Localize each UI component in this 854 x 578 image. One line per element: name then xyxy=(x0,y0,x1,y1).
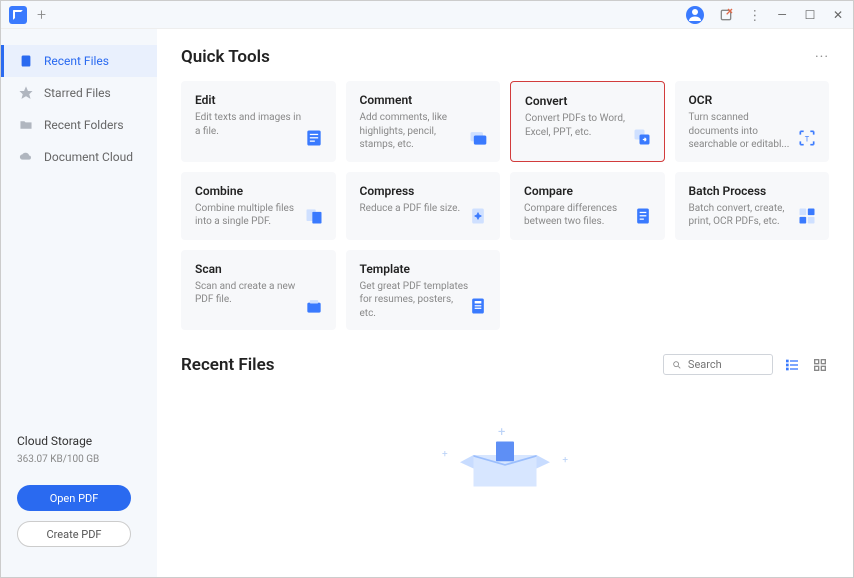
combine-icon xyxy=(302,204,326,228)
tool-title: OCR xyxy=(689,93,816,107)
tool-card-combine[interactable]: Combine Combine multiple files into a si… xyxy=(181,172,336,240)
tool-desc: Convert PDFs to Word, Excel, PPT, etc. xyxy=(525,112,635,139)
share-icon[interactable] xyxy=(718,7,734,23)
scan-icon xyxy=(302,294,326,318)
empty-state: + + + xyxy=(181,387,829,495)
tool-title: Compare xyxy=(524,184,651,198)
search-box[interactable] xyxy=(663,354,773,375)
svg-text:T: T xyxy=(805,134,810,143)
tool-card-compress[interactable]: Compress Reduce a PDF file size. xyxy=(346,172,501,240)
comment-icon xyxy=(466,126,490,150)
convert-icon xyxy=(630,125,654,149)
main-content: Quick Tools ··· Edit Edit texts and imag… xyxy=(157,29,853,577)
titlebar: + ⋯ — ☐ ✕ xyxy=(1,1,853,29)
close-button[interactable]: ✕ xyxy=(831,8,845,22)
sidebar-item-recent-files[interactable]: Recent Files xyxy=(1,45,157,77)
tool-card-batch-process[interactable]: Batch Process Batch convert, create, pri… xyxy=(675,172,830,240)
tool-title: Combine xyxy=(195,184,322,198)
tool-title: Compress xyxy=(360,184,487,198)
tool-desc: Compare differences between two files. xyxy=(524,202,634,229)
tool-desc: Add comments, like highlights, pencil, s… xyxy=(360,111,470,152)
tool-desc: Batch convert, create, print, OCR PDFs, … xyxy=(689,202,799,229)
edit-icon xyxy=(302,126,326,150)
template-icon xyxy=(466,294,490,318)
cloud-storage-usage: 363.07 KB/100 GB xyxy=(17,454,141,465)
tool-card-template[interactable]: Template Get great PDF templates for res… xyxy=(346,250,501,331)
sidebar-item-label: Document Cloud xyxy=(44,150,133,164)
tool-card-convert[interactable]: Convert Convert PDFs to Word, Excel, PPT… xyxy=(510,81,665,162)
compress-icon xyxy=(466,204,490,228)
search-icon xyxy=(672,359,682,371)
recent-files-title: Recent Files xyxy=(181,355,274,375)
grid-view-button[interactable] xyxy=(811,356,829,374)
sidebar: Recent Files Starred Files Recent Folder… xyxy=(1,29,157,577)
tool-desc: Turn scanned documents into searchable o… xyxy=(689,111,799,152)
tool-card-ocr[interactable]: OCR Turn scanned documents into searchab… xyxy=(675,81,830,162)
tool-desc: Reduce a PDF file size. xyxy=(360,202,470,216)
sidebar-item-starred-files[interactable]: Starred Files xyxy=(1,77,157,109)
minimize-button[interactable]: — xyxy=(775,8,789,22)
tool-title: Convert xyxy=(525,94,650,108)
tool-desc: Combine multiple files into a single PDF… xyxy=(195,202,305,229)
tool-card-scan[interactable]: Scan Scan and create a new PDF file. xyxy=(181,250,336,331)
tool-card-edit[interactable]: Edit Edit texts and images in a file. xyxy=(181,81,336,162)
sidebar-item-document-cloud[interactable]: Document Cloud xyxy=(1,141,157,173)
create-pdf-button[interactable]: Create PDF xyxy=(17,521,131,547)
maximize-button[interactable]: ☐ xyxy=(803,8,817,22)
new-tab-button[interactable]: + xyxy=(37,5,46,24)
tool-desc: Edit texts and images in a file. xyxy=(195,111,305,138)
overflow-menu-icon[interactable]: ⋯ xyxy=(747,8,763,21)
quick-tools-title: Quick Tools xyxy=(181,47,270,67)
ocr-icon: T xyxy=(795,126,819,150)
tool-desc: Get great PDF templates for resumes, pos… xyxy=(360,280,470,321)
tool-card-comment[interactable]: Comment Add comments, like highlights, p… xyxy=(346,81,501,162)
folder-icon xyxy=(18,117,34,133)
star-icon xyxy=(18,85,34,101)
tool-title: Edit xyxy=(195,93,322,107)
account-avatar-icon[interactable] xyxy=(686,6,704,24)
empty-box-icon: + + + xyxy=(460,437,550,495)
open-pdf-button[interactable]: Open PDF xyxy=(17,485,131,511)
app-window: + ⋯ — ☐ ✕ Recent Files Starred Files xyxy=(0,0,854,578)
sidebar-item-label: Recent Files xyxy=(44,54,109,68)
quick-tools-grid: Edit Edit texts and images in a file. Co… xyxy=(181,81,829,330)
tool-title: Scan xyxy=(195,262,322,276)
tool-title: Template xyxy=(360,262,487,276)
batch-icon xyxy=(795,204,819,228)
tool-card-compare[interactable]: Compare Compare differences between two … xyxy=(510,172,665,240)
quick-tools-more-button[interactable]: ··· xyxy=(815,49,829,65)
sidebar-item-recent-folders[interactable]: Recent Folders xyxy=(1,109,157,141)
tool-title: Batch Process xyxy=(689,184,816,198)
tool-desc: Scan and create a new PDF file. xyxy=(195,280,305,307)
list-view-button[interactable] xyxy=(783,356,801,374)
cloud-storage-label: Cloud Storage xyxy=(17,434,141,448)
tool-title: Comment xyxy=(360,93,487,107)
compare-icon xyxy=(631,204,655,228)
app-logo-icon xyxy=(9,6,27,24)
search-input[interactable] xyxy=(688,358,764,371)
sidebar-item-label: Starred Files xyxy=(44,86,111,100)
cloud-icon xyxy=(18,149,34,165)
file-icon xyxy=(18,53,34,69)
sidebar-item-label: Recent Folders xyxy=(44,118,124,132)
